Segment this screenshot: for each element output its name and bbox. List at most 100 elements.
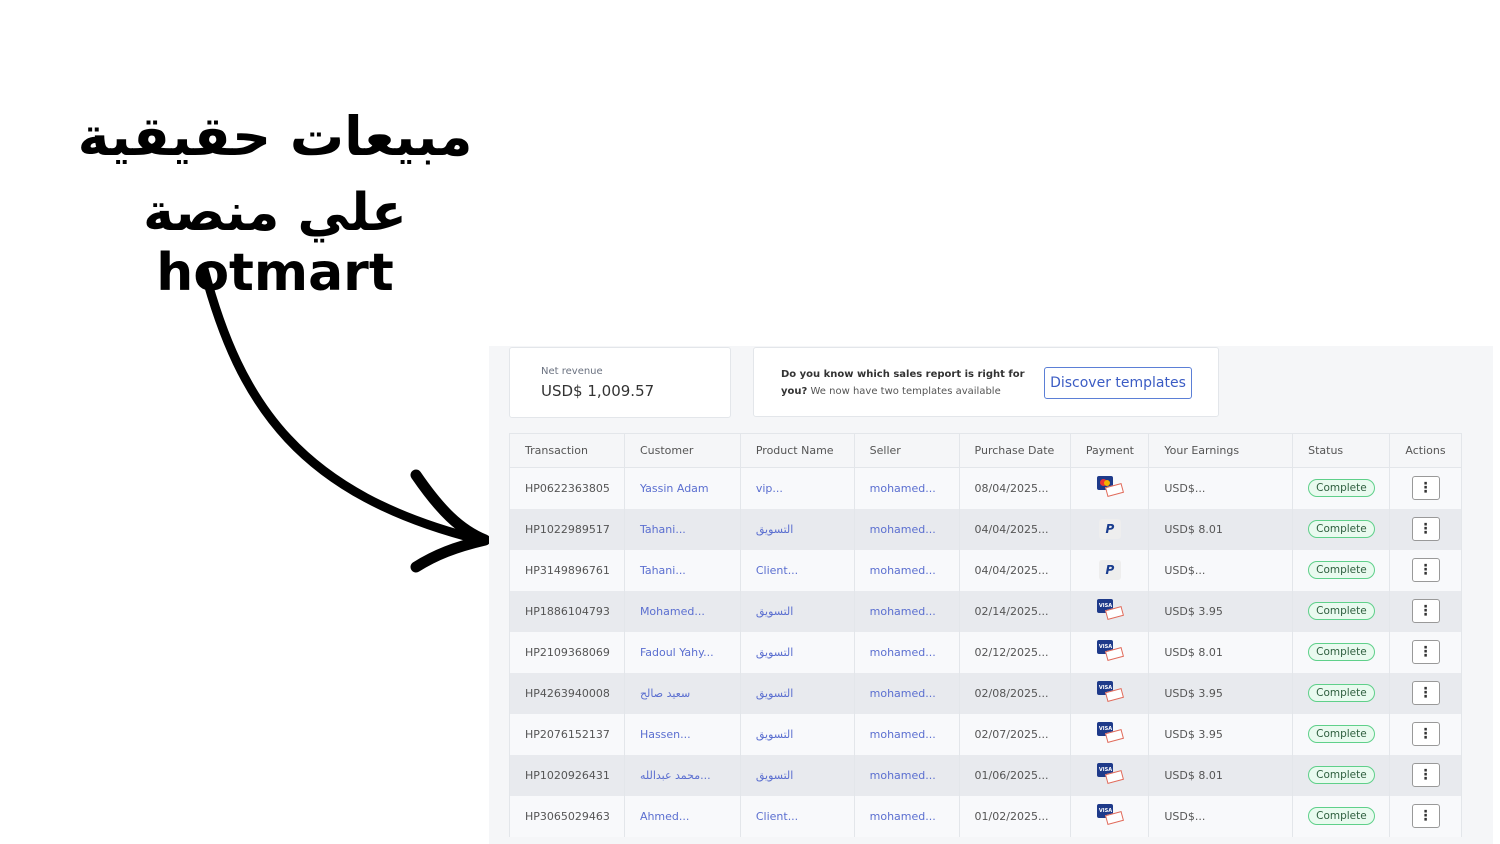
more-actions-button[interactable]: ⋮ <box>1411 804 1440 828</box>
more-actions-button[interactable]: ⋮ <box>1411 599 1440 623</box>
seller-link[interactable]: mohamed... <box>853 754 960 796</box>
status-cell: Complete <box>1292 672 1391 714</box>
status-cell: Complete <box>1292 713 1391 755</box>
more-actions-button[interactable]: ⋮ <box>1411 722 1440 746</box>
purchase-date: 04/04/2025... <box>958 549 1072 591</box>
seller-link[interactable]: mohamed... <box>853 672 960 714</box>
sales-table: Transaction Customer Product Name Seller Pur… <box>509 433 1462 837</box>
visa-card-icon: VISA <box>1096 598 1124 621</box>
transaction-id: HP4263940008 <box>509 672 625 714</box>
earnings: USD$ 8.01 <box>1148 754 1294 796</box>
product-link[interactable]: التسويق <box>739 672 855 714</box>
table-row[interactable]: HP3149896761 Tahani... Client... mohamed...… <box>509 549 1462 591</box>
product-link[interactable]: vip... <box>739 467 855 509</box>
actions-cell: ⋮ <box>1389 590 1462 632</box>
headline-line-1: مبيعات حقيقية <box>77 105 473 168</box>
more-actions-button[interactable]: ⋮ <box>1411 640 1440 664</box>
table-row[interactable]: HP3065029463 Ahmed... Client... mohamed... 0… <box>509 795 1462 837</box>
customer-link[interactable]: Mohamed... <box>623 590 741 632</box>
status-badge: Complete <box>1308 807 1375 825</box>
promo-subtext: We now have two templates available <box>810 386 1001 397</box>
payment-method: VISA <box>1070 631 1150 673</box>
table-row[interactable]: HP4263940008 سعيد صالح التسويق mohamed... 02… <box>509 672 1462 714</box>
actions-cell: ⋮ <box>1389 549 1462 591</box>
customer-link[interactable]: Yassin Adam <box>623 467 741 509</box>
purchase-date: 02/12/2025... <box>958 631 1072 673</box>
payment-method: P <box>1070 549 1150 591</box>
paypal-icon: P <box>1098 560 1121 580</box>
column-header-your-earnings: Your Earnings <box>1148 433 1294 468</box>
customer-link[interactable]: Hassen... <box>623 713 741 755</box>
payment-method: VISA <box>1070 672 1150 714</box>
seller-link[interactable]: mohamed... <box>853 508 960 550</box>
seller-link[interactable]: mohamed... <box>853 795 960 837</box>
actions-cell: ⋮ <box>1389 754 1462 796</box>
status-badge: Complete <box>1308 725 1375 743</box>
purchase-date: 02/07/2025... <box>958 713 1072 755</box>
column-header-actions: Actions <box>1389 433 1462 468</box>
actions-cell: ⋮ <box>1389 795 1462 837</box>
payment-method: VISA <box>1070 590 1150 632</box>
paypal-icon: P <box>1098 519 1121 539</box>
more-actions-button[interactable]: ⋮ <box>1411 681 1440 705</box>
product-link[interactable]: التسويق <box>739 713 855 755</box>
product-link[interactable]: Client... <box>739 795 855 837</box>
visa-card-icon: VISA <box>1096 680 1124 703</box>
seller-link[interactable]: mohamed... <box>853 713 960 755</box>
customer-link[interactable]: سعيد صالح <box>623 672 741 714</box>
status-cell: Complete <box>1292 549 1391 591</box>
seller-link[interactable]: mohamed... <box>853 631 960 673</box>
status-cell: Complete <box>1292 795 1391 837</box>
table-row[interactable]: HP0622363805 Yassin Adam vip... mohamed... 0… <box>509 467 1462 509</box>
more-actions-button[interactable]: ⋮ <box>1411 476 1440 501</box>
actions-cell: ⋮ <box>1389 508 1462 550</box>
more-actions-button[interactable]: ⋮ <box>1411 517 1440 541</box>
column-header-purchase-date: Purchase Date <box>958 433 1072 468</box>
visa-card-icon: VISA <box>1096 639 1124 662</box>
column-header-status: Status <box>1292 433 1391 468</box>
purchase-date: 01/06/2025... <box>958 754 1072 796</box>
customer-link[interactable]: Ahmed... <box>623 795 741 837</box>
customer-link[interactable]: Fadoul Yahy... <box>623 631 741 673</box>
table-row[interactable]: HP2109368069 Fadoul Yahy... التسويق mohamed… <box>509 631 1462 673</box>
table-row[interactable]: HP2076152137 Hassen... التسويق mohamed... 02… <box>509 713 1462 755</box>
more-actions-button[interactable]: ⋮ <box>1411 763 1440 787</box>
transaction-id: HP1886104793 <box>509 590 625 632</box>
status-cell: Complete <box>1292 631 1391 673</box>
column-header-product-name: Product Name <box>739 433 855 468</box>
purchase-date: 02/08/2025... <box>958 672 1072 714</box>
product-link[interactable]: Client... <box>739 549 855 591</box>
customer-link[interactable]: Tahani... <box>623 508 741 550</box>
customer-link[interactable]: Tahani... <box>623 549 741 591</box>
earnings: USD$ 3.95 <box>1148 590 1294 632</box>
product-link[interactable]: التسويق <box>739 508 855 550</box>
product-link[interactable]: التسويق <box>739 590 855 632</box>
earnings: USD$ 3.95 <box>1148 672 1294 714</box>
seller-link[interactable]: mohamed... <box>853 590 960 632</box>
seller-link[interactable]: mohamed... <box>853 549 960 591</box>
product-link[interactable]: التسويق <box>739 754 855 796</box>
discover-templates-button[interactable]: Discover templates <box>1044 367 1192 399</box>
earnings: USD$... <box>1148 467 1294 509</box>
transaction-id: HP1020926431 <box>509 754 625 796</box>
customer-link[interactable]: محمد عبدالله... <box>623 754 741 796</box>
actions-cell: ⋮ <box>1389 467 1462 509</box>
status-cell: Complete <box>1292 590 1391 632</box>
seller-link[interactable]: mohamed... <box>853 467 960 509</box>
table-row[interactable]: HP1022989517 Tahani... التسويق mohamed... 04… <box>509 508 1462 550</box>
product-link[interactable]: التسويق <box>739 631 855 673</box>
visa-card-icon: VISA <box>1096 803 1124 826</box>
transaction-id: HP3065029463 <box>509 795 625 837</box>
status-cell: Complete <box>1292 754 1391 796</box>
status-badge: Complete <box>1308 479 1375 498</box>
table-row[interactable]: HP1886104793 Mohamed... التسويق mohamed... 0… <box>509 590 1462 632</box>
arrow-icon <box>199 264 491 573</box>
table-row[interactable]: HP1020926431 محمد عبدالله... التسويق mohame… <box>509 754 1462 796</box>
status-cell: Complete <box>1292 467 1391 509</box>
earnings: USD$ 3.95 <box>1148 713 1294 755</box>
transaction-id: HP3149896761 <box>509 549 625 591</box>
net-revenue-card: Net revenue USD$ 1,009.57 <box>509 347 731 418</box>
more-actions-button[interactable]: ⋮ <box>1411 558 1440 582</box>
payment-method: P <box>1070 508 1150 550</box>
actions-cell: ⋮ <box>1389 631 1462 673</box>
